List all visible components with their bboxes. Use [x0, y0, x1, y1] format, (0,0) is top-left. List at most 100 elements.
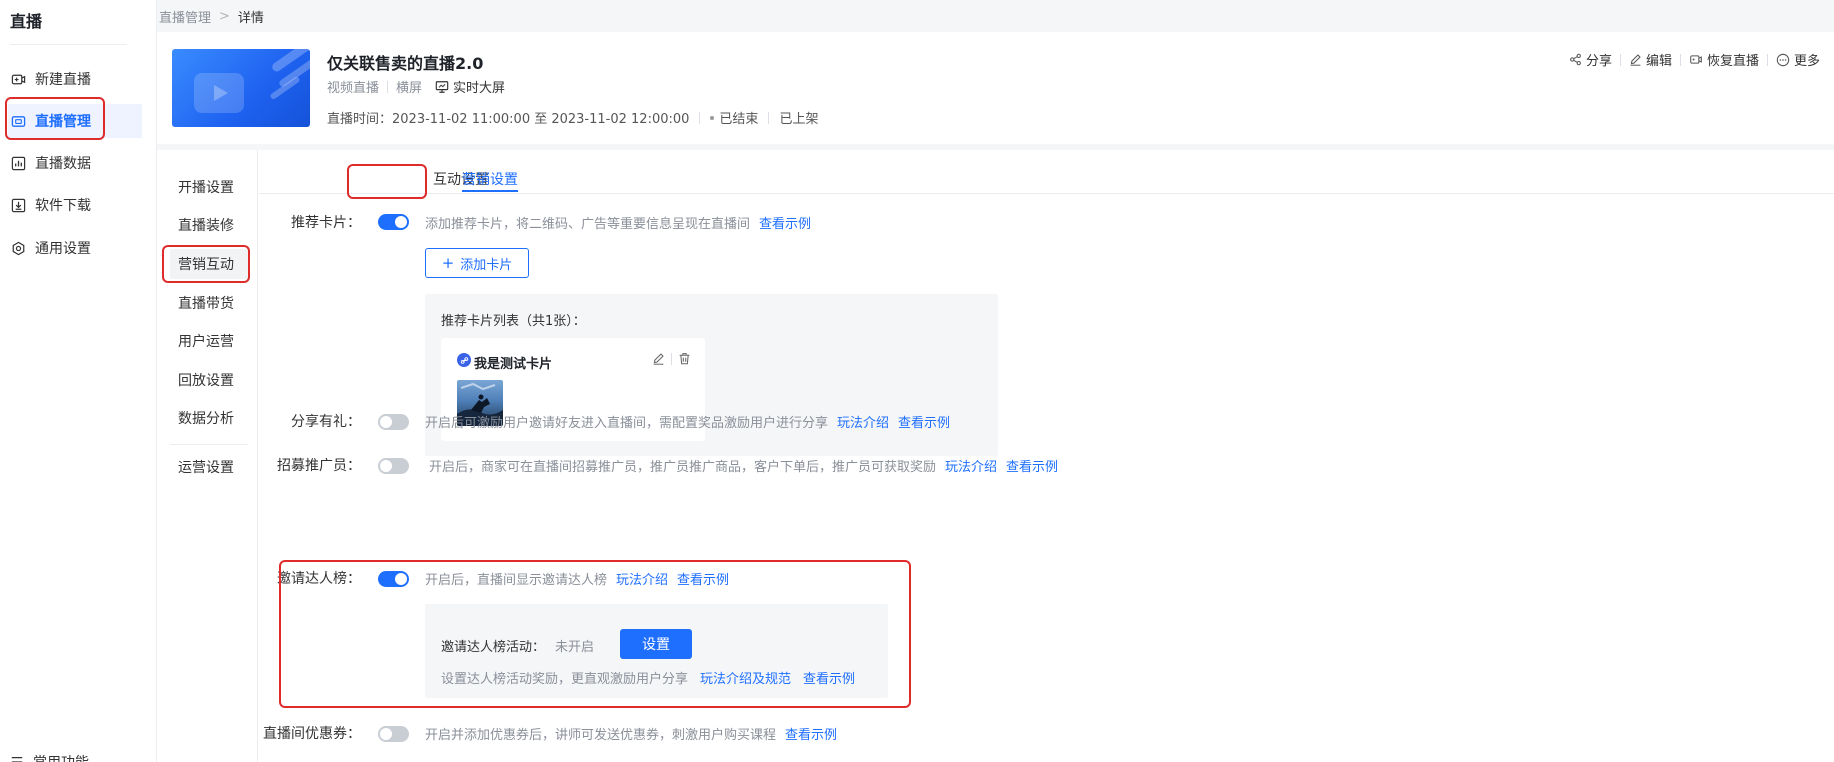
sidebar-item-general-settings[interactable]: 通用设置 [8, 231, 142, 265]
add-card-button[interactable]: + 添加卡片 [425, 248, 529, 278]
more-label: 更多 [1793, 54, 1820, 69]
invite-activity-example-link[interactable]: 查看示例 [803, 672, 855, 687]
edit-button[interactable]: 编辑 [1629, 50, 1672, 69]
invite-activity-note: 设置达人榜活动奖励，更直观激励用户分享 玩法介绍及规范 查看示例 [441, 668, 855, 687]
download-icon [11, 198, 26, 213]
invite-rank-desc: 开启后，直播间显示邀请达人榜 玩法介绍 查看示例 [425, 569, 729, 588]
coupon-example-link[interactable]: 查看示例 [785, 728, 837, 743]
recommend-card-label: 推荐卡片： [291, 215, 361, 231]
sub-nav-item-marketing[interactable]: 营销互动 [170, 249, 250, 279]
delete-icon[interactable] [678, 352, 691, 365]
app-title: 直播 [10, 12, 43, 31]
coupon-desc-text: 开启并添加优惠券后，讲师可发送优惠券，刺激用户购买课程 [425, 728, 777, 743]
promoter-toggle[interactable] [378, 458, 409, 474]
header-actions: 分享 编辑 恢复直播 更多 [1569, 50, 1820, 69]
share-label: 分享 [1585, 54, 1612, 69]
coupon-label: 直播间优惠券： [263, 726, 361, 742]
recommend-card-list-panel: 推荐卡片列表（共1张）： 我是测试卡片 [425, 294, 998, 456]
restore-live-icon [1690, 55, 1702, 64]
promoter-rules-link[interactable]: 玩法介绍 [945, 460, 997, 475]
video-add-icon [11, 72, 26, 87]
edit-icon[interactable] [652, 352, 665, 365]
promoter-example-link[interactable]: 查看示例 [1006, 460, 1058, 475]
live-time-range: 2023-11-02 11:00:00 至 2023-11-02 12:00:0… [392, 112, 690, 127]
share-gift-toggle[interactable] [378, 414, 409, 430]
sidebar-item-label: 通用设置 [35, 241, 91, 257]
recommend-card-desc-text: 添加推荐卡片，将二维码、广告等重要信息呈现在直播间 [425, 217, 751, 232]
live-listing-status: 已上架 [779, 112, 819, 127]
invite-activity-set-button[interactable]: 设置 [620, 629, 692, 659]
tab-active-underline [462, 190, 518, 192]
invite-activity-rules-link[interactable]: 玩法介绍及规范 [700, 672, 791, 687]
invite-activity-label: 邀请达人榜活动： [441, 640, 546, 655]
sidebar-item-download[interactable]: 软件下载 [8, 188, 142, 222]
share-gift-rules-link[interactable]: 玩法介绍 [837, 416, 889, 431]
sub-nav-item[interactable]: 回放设置 [170, 365, 250, 395]
promoter-label: 招募推广员： [277, 458, 361, 474]
share-icon [1570, 53, 1581, 66]
main-content: 开播设置 直播装修 营销互动 直播带货 用户运营 回放设置 数据分析 运营设置 … [157, 150, 1834, 762]
realtime-screen-label: 实时大屏 [453, 81, 506, 96]
more-button[interactable]: 更多 [1776, 50, 1820, 69]
live-manage-icon [11, 114, 26, 129]
breadcrumb-current: 详情 [237, 10, 264, 26]
sidebar-item-label: 新建直播 [35, 72, 91, 88]
edit-label: 编辑 [1645, 54, 1672, 69]
tab-marketing-settings[interactable]: 营销设置 [462, 169, 518, 189]
card-name: 我是测试卡片 [474, 357, 553, 372]
live-meta: 直播时间： 2023-11-02 11:00:00 至 2023-11-02 1… [327, 108, 818, 127]
coupon-desc: 开启并添加优惠券后，讲师可发送优惠券，刺激用户购买课程 查看示例 [425, 724, 837, 743]
sub-nav-item[interactable]: 运营设置 [170, 452, 250, 482]
share-button[interactable]: 分享 [1569, 50, 1612, 69]
recommend-card-example-link[interactable]: 查看示例 [759, 217, 811, 232]
add-card-label: 添加卡片 [460, 257, 513, 273]
sub-nav-divider [170, 444, 248, 445]
live-status: 已结束 [719, 112, 759, 127]
recommend-card-desc: 添加推荐卡片，将二维码、广告等重要信息呈现在直播间 查看示例 [425, 213, 811, 232]
link-badge-icon [457, 353, 471, 367]
breadcrumb-separator: > [219, 8, 230, 24]
chart-icon [11, 156, 26, 171]
coupon-toggle[interactable] [378, 726, 409, 742]
sidebar-item-new-live[interactable]: 新建直播 [8, 62, 142, 96]
restore-live-label: 恢复直播 [1706, 54, 1759, 69]
live-type: 视频直播 [327, 81, 380, 96]
promoter-desc: 开启后，商家可在直播间招募推广员，推广员推广商品，客户下单后，推广员可获取奖励玩… [429, 456, 1058, 475]
restore-live-button[interactable]: 恢复直播 [1689, 50, 1759, 69]
more-icon [1776, 53, 1790, 66]
breadcrumb-parent[interactable]: 直播管理 [159, 7, 211, 26]
sub-nav-item[interactable]: 用户运营 [170, 326, 250, 356]
plus-icon: + [441, 254, 455, 272]
share-gift-example-link[interactable]: 查看示例 [898, 416, 950, 431]
invite-activity-state: 未开启 [555, 640, 595, 655]
live-orientation: 横屏 [396, 81, 423, 96]
sidebar-common-functions[interactable]: 常用功能 [10, 752, 89, 762]
sub-nav-item[interactable]: 直播带货 [170, 288, 250, 318]
invite-activity-note-text: 设置达人榜活动奖励，更直观激励用户分享 [441, 672, 689, 687]
share-gift-label: 分享有礼： [291, 414, 361, 430]
live-header: 仅关联售卖的直播2.0 视频直播 横屏 实时大屏 直播时间： 2023-11-0… [157, 32, 1834, 144]
gear-icon [11, 241, 26, 256]
monitor-icon [435, 80, 449, 93]
realtime-screen-link[interactable]: 实时大屏 [435, 77, 505, 96]
invite-rank-toggle[interactable] [378, 571, 409, 587]
invite-rank-activity-panel: 邀请达人榜活动： 未开启 设置 设置达人榜活动奖励，更直观激励用户分享 玩法介绍及… [425, 604, 888, 698]
sub-nav-item[interactable]: 直播装修 [170, 210, 250, 240]
status-dot [710, 115, 715, 120]
sidebar-item-live-manage[interactable]: 直播管理 [8, 104, 142, 138]
live-time-label: 直播时间： [327, 112, 393, 127]
sub-nav-item[interactable]: 开播设置 [170, 172, 250, 202]
invite-rank-example-link[interactable]: 查看示例 [677, 573, 729, 588]
sidebar-bottom-label: 常用功能 [33, 752, 89, 762]
edit-icon [1630, 54, 1641, 66]
invite-rank-rules-link[interactable]: 玩法介绍 [616, 573, 668, 588]
sub-nav-item[interactable]: 数据分析 [170, 403, 250, 433]
recommend-card-toggle[interactable] [378, 214, 409, 230]
sidebar-item-label: 直播管理 [35, 114, 91, 130]
promoter-desc-text: 开启后，商家可在直播间招募推广员，推广员推广商品，客户下单后，推广员可获取奖励 [429, 460, 937, 475]
card-tools [652, 352, 691, 365]
sidebar-item-live-data[interactable]: 直播数据 [8, 146, 142, 180]
card-list-title: 推荐卡片列表（共1张）： [441, 314, 586, 329]
sidebar-item-label: 直播数据 [35, 156, 91, 172]
play-icon [194, 73, 244, 113]
